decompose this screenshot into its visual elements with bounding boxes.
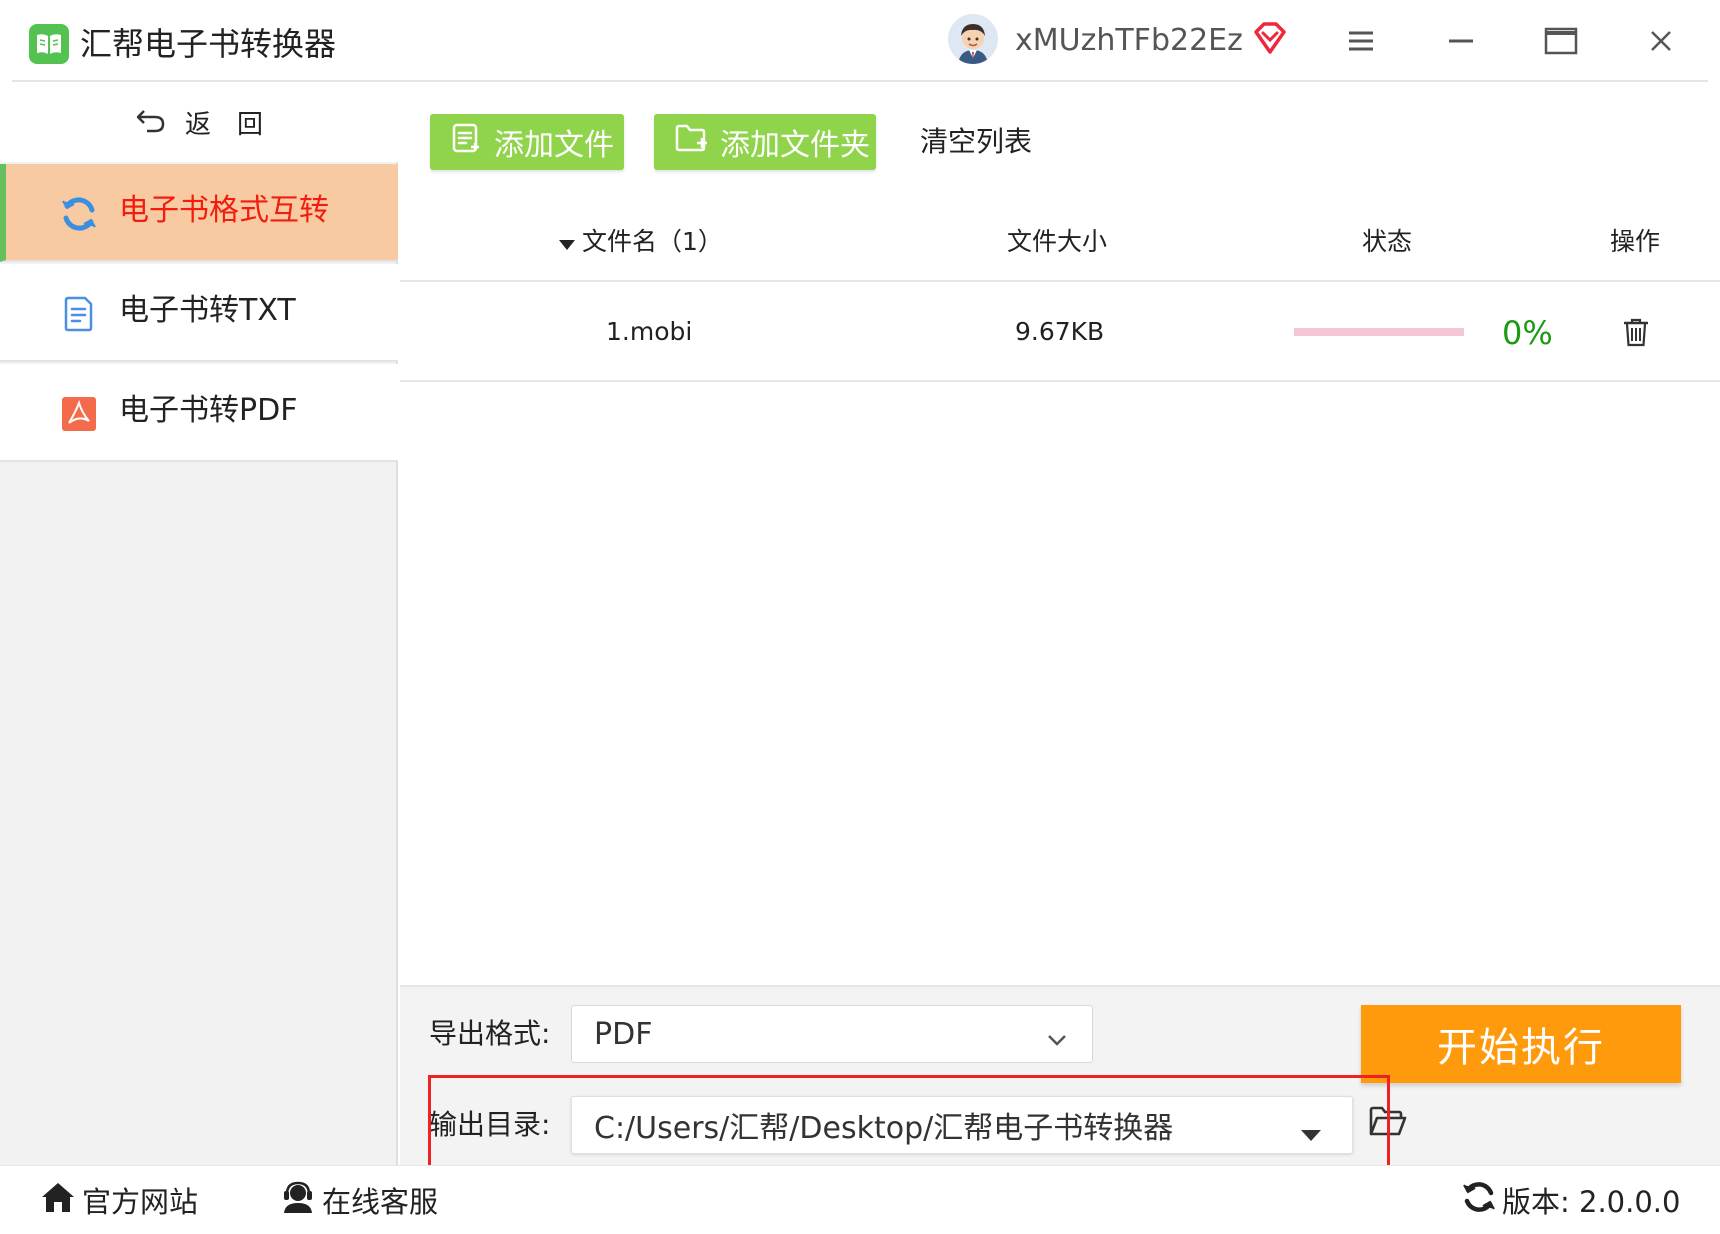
back-label: 返 回 [184,109,263,140]
add-folder-button[interactable]: 添加文件夹 [654,114,876,170]
customer-service-headset-icon [280,1180,316,1221]
column-filename-label: 文件名（1） [582,227,723,256]
home-icon [40,1180,76,1221]
document-icon [60,295,98,333]
output-dir-label: 输出目录: [429,1108,551,1141]
version-info: 版本: 2.0.0.0 [1462,1176,1680,1224]
sidebar-item-label: 电子书转PDF [119,393,298,428]
maximize-icon[interactable] [1536,18,1586,64]
user-avatar[interactable] [948,14,998,64]
sidebar-item-label: 电子书转TXT [119,293,296,328]
menu-icon[interactable] [1336,18,1386,64]
add-folder-icon [674,122,708,162]
delete-row-trash-icon[interactable] [1621,316,1651,348]
sidebar-item-format-convert[interactable]: 电子书格式互转 [0,164,398,262]
version-label: 版本: 2.0.0.0 [1502,1185,1681,1219]
column-status-header: 状态 [1362,227,1413,256]
minimize-icon[interactable] [1436,18,1486,64]
output-dir-select[interactable]: C:/Users/汇帮/Desktop/汇帮电子书转换器 [571,1096,1353,1154]
official-website-label: 官方网站 [82,1185,199,1219]
close-icon[interactable] [1636,18,1686,64]
column-action-header: 操作 [1610,227,1661,256]
table-row-divider [400,380,1720,382]
clear-list-button[interactable]: 清空列表 [920,122,1032,162]
official-website-link[interactable]: 官方网站 [40,1176,198,1224]
add-folder-label: 添加文件夹 [720,128,870,163]
add-file-button[interactable]: 添加文件 [430,114,624,170]
sidebar-item-label: 电子书格式互转 [119,193,329,228]
row-size: 9.67KB [1015,317,1105,346]
pdf-icon [60,395,98,433]
add-file-label: 添加文件 [494,128,614,163]
app-logo-book-icon [29,24,69,64]
username[interactable]: xMUzhTFb22Ez [1015,20,1243,62]
online-support-label: 在线客服 [322,1185,439,1219]
row-progress-text: 0% [1502,314,1553,352]
row-progress-bar [1294,328,1464,336]
back-arrow-icon [135,105,167,140]
refresh-icon [60,195,98,233]
sidebar-item-to-txt[interactable]: 电子书转TXT [0,264,398,362]
caret-down-icon [1300,1117,1322,1141]
open-folder-icon[interactable] [1368,1104,1408,1140]
start-button[interactable]: 开始执行 [1361,1005,1681,1083]
back-button[interactable]: 返 回 [0,82,398,162]
sidebar: 返 回 电子书格式互转 电子书转TXT 电子书转PDF [0,82,398,1165]
update-refresh-icon [1462,1180,1496,1221]
column-size-header: 文件大小 [1007,227,1108,256]
output-dir-value: C:/Users/汇帮/Desktop/汇帮电子书转换器 [594,1111,1174,1146]
add-file-icon [450,122,482,162]
export-format-select[interactable]: PDF [571,1005,1093,1063]
row-filename: 1.mobi [606,317,693,346]
chevron-down-icon [1046,1024,1068,1046]
sort-down-icon [558,225,576,261]
export-format-value: PDF [594,1016,653,1052]
export-format-label: 导出格式: [429,1017,551,1050]
app-title: 汇帮电子书转换器 [80,25,337,63]
table-header-divider [400,280,1720,282]
sidebar-item-to-pdf[interactable]: 电子书转PDF [0,364,398,462]
column-filename-header[interactable]: 文件名（1） [558,224,723,261]
vip-diamond-icon[interactable] [1252,20,1288,56]
online-support-link[interactable]: 在线客服 [280,1176,438,1224]
